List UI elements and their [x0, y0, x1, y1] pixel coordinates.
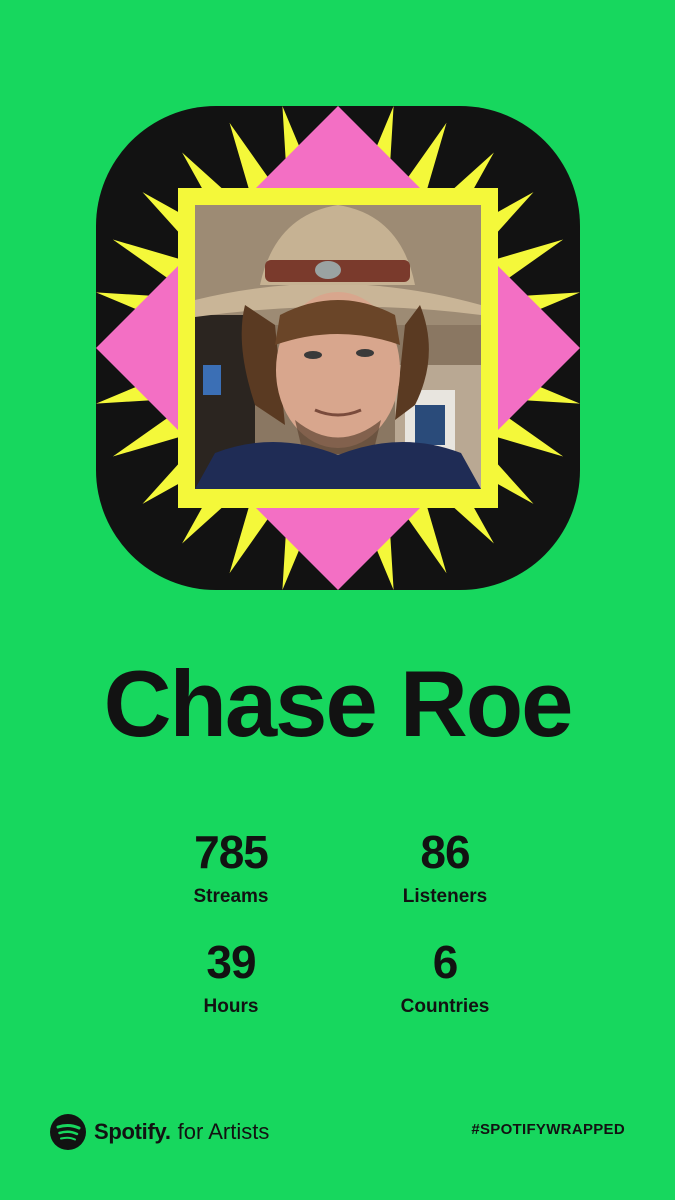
spotify-icon — [50, 1114, 86, 1150]
spotify-wordmark: Spotify. — [94, 1119, 171, 1144]
stat-countries: 6 Countries — [345, 936, 545, 1020]
stat-value: 6 — [432, 936, 459, 988]
stat-streams: 785 Streams — [131, 826, 331, 910]
stat-listeners: 86 Listeners — [345, 826, 545, 910]
stat-label: Countries — [400, 996, 490, 1017]
artist-portrait — [195, 205, 481, 489]
stat-value: 86 — [420, 826, 470, 878]
stat-label: Listeners — [402, 886, 488, 907]
stat-hours: 39 Hours — [131, 936, 331, 1020]
hashtag-label: #SPOTIFYWRAPPED — [471, 1121, 625, 1138]
stat-label: Hours — [203, 996, 259, 1017]
spotify-for-artists-logo: Spotify. for Artists — [50, 1114, 269, 1150]
for-artists-label: for Artists — [177, 1119, 270, 1144]
stat-value: 785 — [194, 826, 269, 878]
stat-value: 39 — [206, 936, 256, 988]
stat-label: Streams — [193, 886, 269, 907]
artist-name: Chase Roe — [103, 651, 574, 756]
